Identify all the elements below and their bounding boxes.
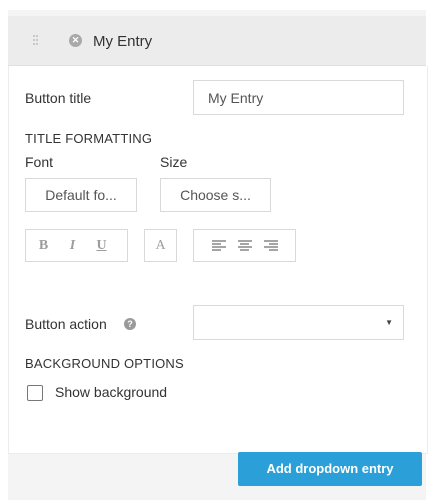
- alignment-group: [193, 229, 296, 262]
- font-label: Font: [25, 154, 54, 170]
- close-icon[interactable]: ✕: [69, 34, 82, 47]
- align-left-icon[interactable]: [211, 239, 226, 252]
- text-color-group: A: [144, 229, 177, 262]
- font-select[interactable]: Default fo...: [25, 178, 137, 212]
- button-action-select[interactable]: ▼: [193, 305, 404, 340]
- chevron-down-icon: ▼: [385, 318, 393, 327]
- background-options-heading: BACKGROUND OPTIONS: [25, 356, 184, 371]
- button-title-label: Button title: [25, 90, 92, 106]
- size-select[interactable]: Choose s...: [160, 178, 271, 212]
- add-dropdown-entry-button[interactable]: Add dropdown entry: [238, 452, 422, 486]
- align-center-icon[interactable]: [237, 239, 252, 252]
- drag-handle-icon[interactable]: [33, 35, 38, 49]
- button-title-input[interactable]: [193, 80, 404, 115]
- text-style-group: B I U: [25, 229, 128, 262]
- button-action-label: Button action: [25, 316, 107, 332]
- text-color-button[interactable]: A: [155, 238, 165, 254]
- italic-button[interactable]: I: [58, 238, 87, 254]
- size-label: Size: [160, 154, 188, 170]
- show-background-checkbox[interactable]: [27, 385, 43, 401]
- entry-title: My Entry: [93, 33, 153, 50]
- bold-button[interactable]: B: [29, 238, 58, 254]
- underline-button[interactable]: U: [87, 238, 116, 254]
- help-icon[interactable]: ?: [124, 318, 136, 330]
- show-background-label[interactable]: Show background: [55, 384, 167, 400]
- title-formatting-heading: TITLE FORMATTING: [25, 131, 153, 146]
- align-right-icon[interactable]: [263, 239, 278, 252]
